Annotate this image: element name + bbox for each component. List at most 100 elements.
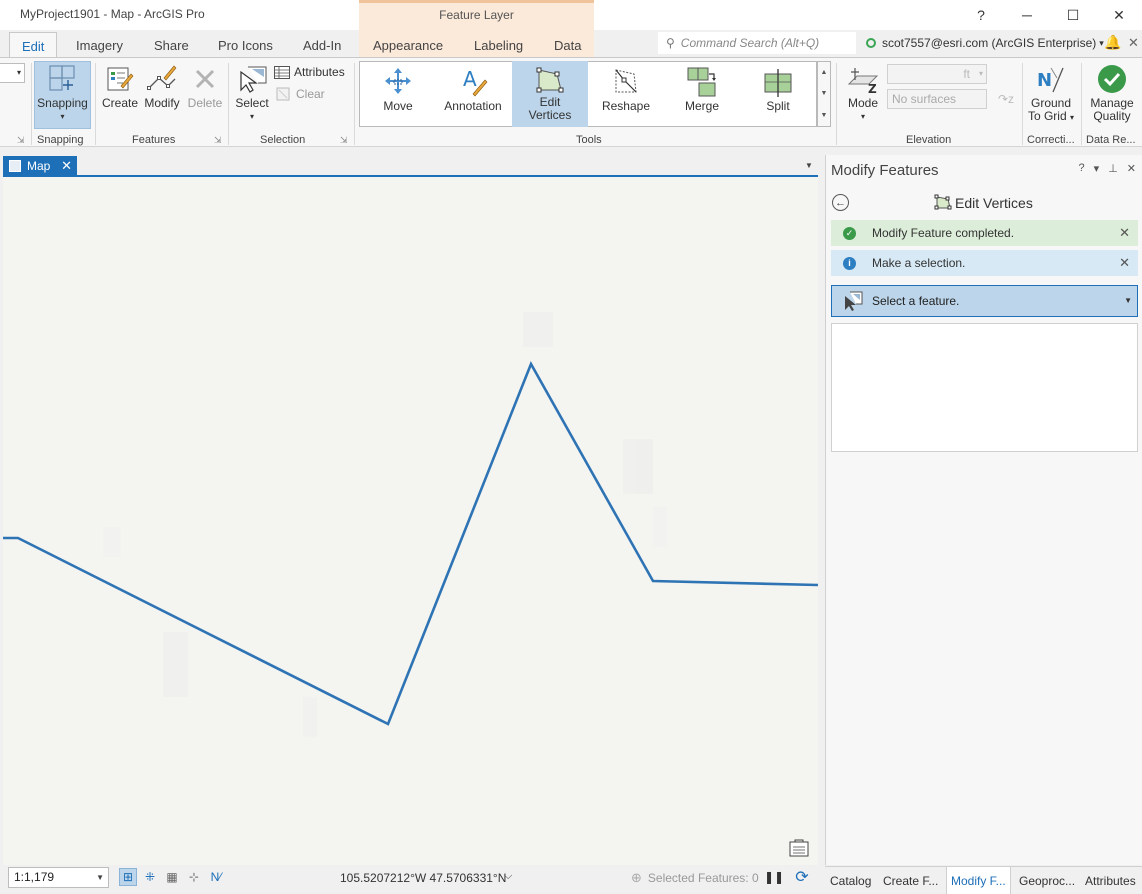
- dialog-launcher-icon[interactable]: ⇲: [340, 135, 348, 146]
- tool-header-label: Edit Vertices: [955, 194, 1033, 211]
- tab-map[interactable]: Map ✕: [3, 156, 77, 175]
- snapping-toggle-icon[interactable]: ⊞: [119, 868, 137, 886]
- constraint-icon[interactable]: ⊹: [185, 868, 203, 886]
- tab-imagery[interactable]: Imagery: [76, 38, 123, 53]
- tool-merge[interactable]: Merge: [674, 66, 730, 113]
- elevation-mode-button[interactable]: Z Mode ▾: [843, 63, 883, 123]
- command-search-input[interactable]: ⚲ Command Search (Alt+Q): [658, 32, 856, 54]
- cropped-dropdown[interactable]: ▾: [0, 63, 25, 83]
- search-icon: ⚲: [666, 36, 675, 50]
- close-icon[interactable]: ✕: [1119, 255, 1130, 271]
- tool-split[interactable]: Split: [750, 66, 806, 113]
- pane-controls: ? ▾ ⊥ ✕: [1079, 162, 1136, 175]
- ground-to-grid-status-icon[interactable]: N⁄: [207, 868, 225, 886]
- create-button[interactable]: Create: [100, 63, 140, 110]
- check-circle-icon: [1097, 63, 1127, 95]
- pane-menu-button[interactable]: ▾: [1094, 162, 1100, 175]
- clear-label: Clear: [296, 87, 325, 101]
- snapping-icon: [48, 63, 78, 95]
- user-label: scot7557@esri.com (ArcGIS Enterprise): [882, 36, 1097, 50]
- help-button[interactable]: ?: [958, 0, 1004, 30]
- grid-icon[interactable]: ▦: [163, 868, 181, 886]
- ground-to-grid-button[interactable]: N Ground To Grid ▾: [1026, 63, 1076, 124]
- dialog-launcher-icon[interactable]: ⇲: [17, 135, 25, 146]
- dialog-launcher-icon[interactable]: ⇲: [214, 135, 222, 146]
- tool-move-label: Move: [383, 99, 413, 113]
- chevron-up-icon[interactable]: ▲: [821, 69, 828, 76]
- tab-add-in[interactable]: Add-In: [303, 38, 341, 53]
- tool-edit-vertices[interactable]: Edit Vertices: [516, 66, 584, 122]
- close-icon[interactable]: ✕: [61, 158, 72, 174]
- svg-text:A: A: [463, 67, 477, 91]
- snapping-button[interactable]: Snapping ▾: [34, 63, 91, 123]
- pin-icon[interactable]: ⊥: [1108, 162, 1118, 175]
- elevation-surface-dropdown[interactable]: No surfaces: [887, 89, 987, 109]
- minimize-button[interactable]: ─: [1004, 0, 1050, 30]
- back-arrow-icon[interactable]: ←: [832, 194, 849, 211]
- selected-features-label: Selected Features: 0: [647, 871, 759, 885]
- map-tab-label: Map: [27, 158, 51, 173]
- pane-close-button[interactable]: ✕: [1127, 162, 1136, 175]
- info-message-text: Make a selection.: [872, 256, 966, 270]
- tab-labeling[interactable]: Labeling: [474, 38, 523, 53]
- map-canvas[interactable]: [3, 177, 818, 865]
- delete-button[interactable]: Delete: [185, 63, 225, 110]
- tab-pro-icons[interactable]: Pro Icons: [218, 38, 273, 53]
- clear-selection-icon: [276, 87, 290, 101]
- success-message: ✓ Modify Feature completed. ✕: [831, 220, 1138, 246]
- user-account[interactable]: scot7557@esri.com (ArcGIS Enterprise) ▾: [866, 36, 1104, 50]
- selected-features-indicator[interactable]: ⊕ Selected Features: 0: [631, 870, 759, 886]
- coordinates-dropdown-icon[interactable]: ⌵: [504, 870, 512, 883]
- map-tabs-menu-icon[interactable]: ▼: [805, 161, 813, 170]
- clear-selection-button[interactable]: Clear: [276, 87, 325, 101]
- tab-create-features[interactable]: Create F...: [883, 874, 938, 888]
- check-circle-icon: ✓: [843, 226, 856, 240]
- ground-to-grid-icon: N: [1035, 63, 1067, 95]
- close-icon[interactable]: ✕: [1119, 225, 1130, 241]
- refresh-icon[interactable]: ⟳: [793, 868, 811, 886]
- select-feature-dropdown[interactable]: Select a feature. ▼: [831, 285, 1138, 317]
- manage-quality-button[interactable]: Manage Quality: [1086, 63, 1138, 123]
- modify-button[interactable]: Modify: [141, 63, 183, 110]
- modify-features-icon: [146, 63, 178, 95]
- chevron-down-icon[interactable]: ▼: [821, 90, 828, 97]
- tab-appearance[interactable]: Appearance: [373, 38, 443, 53]
- tool-merge-label: Merge: [684, 99, 719, 113]
- tool-annotation[interactable]: A Annotation: [440, 66, 506, 113]
- tab-catalog[interactable]: Catalog: [830, 874, 871, 888]
- close-icon[interactable]: ✕: [1128, 35, 1139, 51]
- maximize-button[interactable]: ☐: [1050, 0, 1096, 30]
- fixed-zoom-icon[interactable]: ⁜: [141, 868, 159, 886]
- tool-split-label: Split: [766, 99, 790, 113]
- select-button[interactable]: Select ▾: [233, 63, 271, 123]
- tab-geoprocessing[interactable]: Geoproc...: [1019, 874, 1075, 888]
- elevation-offset-icon[interactable]: ↷z: [998, 92, 1014, 106]
- elevation-value-input[interactable]: ft ▾: [887, 64, 987, 84]
- window-controls: ? ─ ☐ ✕: [958, 0, 1142, 30]
- tool-reshape[interactable]: Reshape: [598, 66, 654, 113]
- tab-data[interactable]: Data: [554, 38, 581, 53]
- tool-move[interactable]: Move: [370, 66, 426, 113]
- annotation-icon: A: [457, 66, 489, 98]
- pane-tab-bar: Catalog Create F... Modify F... Geoproc.…: [825, 866, 1142, 894]
- close-button[interactable]: ✕: [1096, 0, 1142, 30]
- notification-bell-icon[interactable]: 🔔: [1104, 34, 1121, 51]
- group-label-features: Features: [132, 134, 176, 146]
- tab-share[interactable]: Share: [154, 38, 189, 53]
- feature-selection-list[interactable]: [831, 323, 1138, 452]
- tab-modify-features[interactable]: Modify F...: [946, 867, 1011, 894]
- snapping-label: Snapping: [37, 96, 88, 110]
- map-scale-dropdown[interactable]: 1:1,179 ▼: [8, 867, 109, 888]
- pause-drawing-icon[interactable]: ❚❚: [764, 868, 784, 886]
- tab-attributes[interactable]: Attributes: [1085, 874, 1136, 888]
- map-overlay-icon[interactable]: [789, 839, 809, 857]
- tools-gallery-scroll[interactable]: ▲ ▼ ▼: [817, 61, 831, 127]
- tab-edit[interactable]: Edit: [9, 32, 58, 60]
- map-graphics: [3, 312, 818, 737]
- gallery-expand-icon[interactable]: ▼: [821, 112, 828, 119]
- pane-help-button[interactable]: ?: [1079, 162, 1085, 175]
- attributes-button[interactable]: Attributes: [274, 65, 345, 79]
- move-icon: [382, 66, 414, 98]
- success-message-text: Modify Feature completed.: [872, 226, 1015, 240]
- info-icon: i: [843, 256, 856, 270]
